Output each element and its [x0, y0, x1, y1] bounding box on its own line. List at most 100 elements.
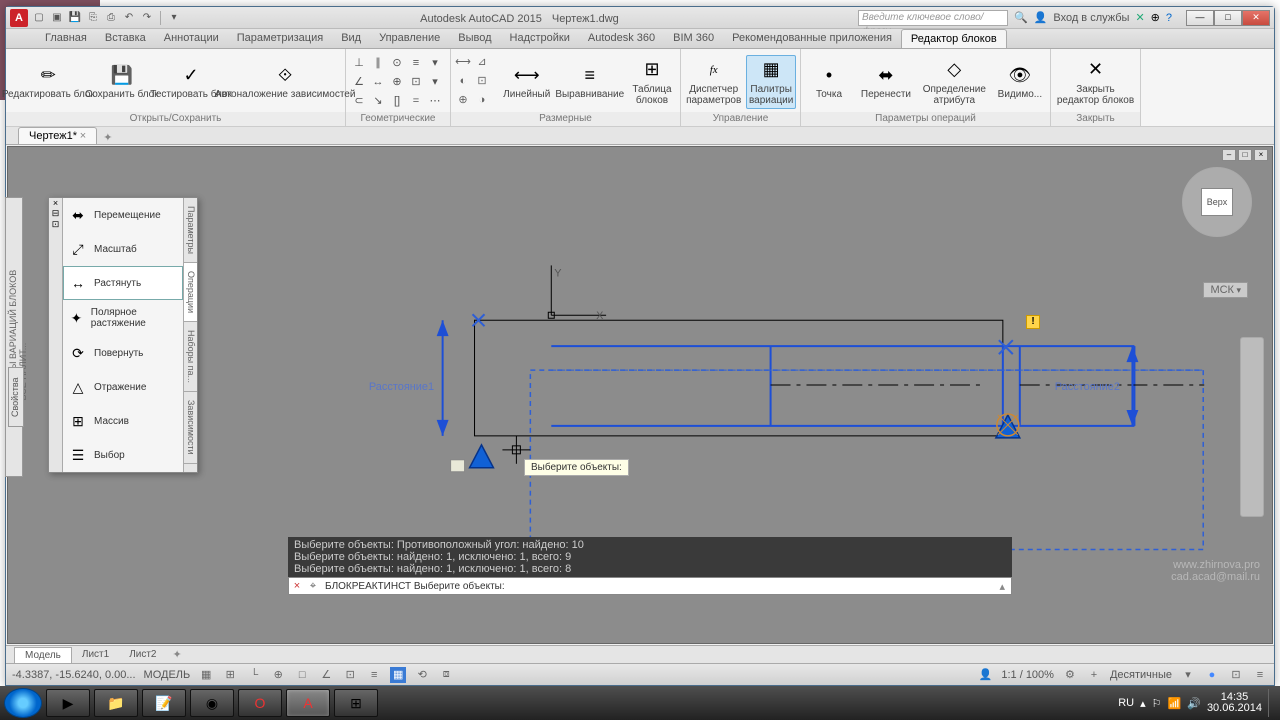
ribbon-tab[interactable]: Аннотации	[155, 29, 228, 48]
dyn-icon[interactable]: ⊡	[342, 667, 358, 683]
qat-saveas-icon[interactable]: ⎘	[86, 11, 100, 25]
viewcube[interactable]: Верх	[1182, 167, 1252, 237]
ribbon-button[interactable]: fxДиспетчерпараметров	[685, 56, 742, 108]
show-desktop[interactable]	[1268, 689, 1276, 717]
exchange-icon[interactable]: ✕	[1135, 11, 1144, 24]
ortho-icon[interactable]: └	[246, 667, 262, 683]
ribbon-button[interactable]: •Точка	[805, 61, 853, 102]
otrack-icon[interactable]: ∠	[318, 667, 334, 683]
ribbon-button[interactable]: 💾Сохранить блок	[91, 61, 153, 102]
ribbon-button[interactable]: ≡Выравнивание	[555, 61, 624, 102]
palette-opts-icon[interactable]: ⊡	[49, 219, 62, 230]
qat-new-icon[interactable]: ▢	[32, 11, 46, 25]
zoom-readout[interactable]: 1:1 / 100%	[1001, 669, 1054, 681]
ribbon-tab[interactable]: Autodesk 360	[579, 29, 664, 48]
ribbon-tab[interactable]: Вид	[332, 29, 370, 48]
ribbon-tab[interactable]: BIM 360	[664, 29, 723, 48]
tb-chrome[interactable]: ◉	[190, 689, 234, 717]
ribbon-tab[interactable]: Вставка	[96, 29, 155, 48]
ribbon-button[interactable]: ✏Редактировать блок	[10, 61, 87, 102]
maximize-button[interactable]: □	[1214, 10, 1242, 26]
palette-item[interactable]: ⊞Массив	[63, 404, 183, 438]
navigation-bar[interactable]	[1240, 337, 1264, 517]
tray-flag-icon[interactable]: ⚐	[1152, 697, 1162, 710]
minimize-button[interactable]: —	[1186, 10, 1214, 26]
add-layout-icon[interactable]: ✦	[173, 648, 182, 661]
snap-icon[interactable]: ⊞	[222, 667, 238, 683]
osnap-icon[interactable]: □	[294, 667, 310, 683]
add-tab-icon[interactable]: ✦	[103, 131, 112, 144]
qat-undo-icon[interactable]: ↶	[122, 11, 136, 25]
doc-min[interactable]: –	[1222, 149, 1236, 161]
palette-side-tab[interactable]: Зависимости	[184, 392, 197, 464]
ribbon-button[interactable]: ✕Закрытьредактор блоков	[1055, 56, 1136, 108]
ribbon-button[interactable]: ⟷Линейный	[502, 61, 551, 102]
ribbon-tab[interactable]: Рекомендованные приложения	[723, 29, 901, 48]
ribbon-tab[interactable]: Редактор блоков	[901, 29, 1007, 48]
layout-tab[interactable]: Лист2	[119, 647, 166, 662]
tray-up-icon[interactable]: ▴	[1140, 697, 1146, 710]
grid-icon[interactable]: ▦	[198, 667, 214, 683]
properties-palette-tab[interactable]: Свойства	[8, 367, 24, 427]
warning-icon[interactable]: !	[1026, 315, 1040, 329]
ribbon-tab[interactable]: Главная	[36, 29, 96, 48]
tray-net-icon[interactable]: 📶	[1168, 697, 1182, 710]
cycle-icon[interactable]: ⟲	[414, 667, 430, 683]
ribbon-button[interactable]: 👁Видимо...	[994, 61, 1046, 102]
units-readout[interactable]: Десятичные	[1110, 669, 1172, 681]
ribbon-tab[interactable]: Вывод	[449, 29, 500, 48]
drawing-canvas[interactable]: –□× ПАЛИТРЫ ВАРИАЦИЙ БЛОКОВ - ВСЕ ПАЛИТ.…	[7, 146, 1273, 644]
tb-opera[interactable]: O	[238, 689, 282, 717]
palette-item[interactable]: ⬌Перемещение	[63, 198, 183, 232]
layout-tab[interactable]: Лист1	[72, 647, 119, 662]
qat-open-icon[interactable]: ▣	[50, 11, 64, 25]
qat-redo-icon[interactable]: ↷	[140, 11, 154, 25]
layout-tab[interactable]: Модель	[14, 647, 72, 663]
palette-close-icon[interactable]: ×	[49, 198, 62, 208]
palette-item[interactable]: ⤢Масштаб	[63, 232, 183, 266]
palette-side-tab[interactable]: Наборы па...	[184, 322, 197, 392]
ribbon-button[interactable]: ⟐Автоналожение зависимостей	[229, 61, 341, 102]
tb-autocad[interactable]: A	[286, 689, 330, 717]
palette-strip[interactable]: ПАЛИТРЫ ВАРИАЦИЙ БЛОКОВ - ВСЕ ПАЛИТ...	[5, 197, 23, 477]
doc-close[interactable]: ×	[1254, 149, 1268, 161]
3d-icon[interactable]: ⧈	[438, 667, 454, 683]
document-tab[interactable]: Чертеж1* ×	[18, 127, 97, 144]
ribbon-button[interactable]: ⊞Таблицаблоков	[628, 56, 676, 108]
lwt-icon[interactable]: ≡	[366, 667, 382, 683]
sb-gear-icon[interactable]: ⚙	[1062, 667, 1078, 683]
close-button[interactable]: ✕	[1242, 10, 1270, 26]
start-button[interactable]	[4, 688, 42, 718]
user-icon[interactable]: 👤	[1034, 11, 1048, 24]
cmd-close-icon[interactable]: ×	[289, 580, 305, 592]
palette-pin-icon[interactable]: ⊟	[49, 208, 62, 219]
tb-media[interactable]: ▶	[46, 689, 90, 717]
ribbon-tab[interactable]: Управление	[370, 29, 449, 48]
geom-constraint-grid[interactable]: ⊥∥⊙≡▾ ∠↔⊕⊡▾ ⊂↘[]=⋯	[350, 54, 444, 110]
transp-icon[interactable]: ▦	[390, 667, 406, 683]
ribbon-tab[interactable]: Параметризация	[228, 29, 332, 48]
sb-user-icon[interactable]: 👤	[977, 667, 993, 683]
palette-side-tab[interactable]: Операции	[184, 263, 197, 322]
palette-item[interactable]: ✦Полярное растяжение	[63, 300, 183, 336]
space-label[interactable]: МОДЕЛЬ	[144, 669, 191, 681]
tb-notepad[interactable]: 📝	[142, 689, 186, 717]
qat-dropdown-icon[interactable]: ▾	[167, 11, 181, 25]
search-input[interactable]: Введите ключевое слово/фразу	[858, 10, 1008, 26]
tray-vol-icon[interactable]: 🔊	[1187, 697, 1201, 710]
command-line[interactable]: × ⌖ БЛОКРЕАКТИНСТ Выберите объекты: ▴	[288, 577, 1012, 595]
ribbon-button[interactable]: ◇Определениеатрибута	[919, 56, 990, 108]
ribbon-button[interactable]: ⬌Перенести	[857, 61, 915, 102]
search-icon[interactable]: 🔍	[1014, 11, 1028, 24]
palette-item[interactable]: △Отражение	[63, 370, 183, 404]
signin-link[interactable]: Вход в службы	[1053, 12, 1129, 24]
cloud-icon[interactable]: ⊕	[1151, 11, 1160, 24]
palette-item[interactable]: ⟳Повернуть	[63, 336, 183, 370]
app-logo[interactable]: A	[10, 9, 28, 27]
tb-app[interactable]: ⊞	[334, 689, 378, 717]
polar-icon[interactable]: ⊕	[270, 667, 286, 683]
palette-item[interactable]: ↔Растянуть	[63, 266, 183, 300]
ucs-label[interactable]: МСК ▾	[1203, 282, 1248, 298]
doc-max[interactable]: □	[1238, 149, 1252, 161]
tray-lang[interactable]: RU	[1118, 697, 1134, 709]
